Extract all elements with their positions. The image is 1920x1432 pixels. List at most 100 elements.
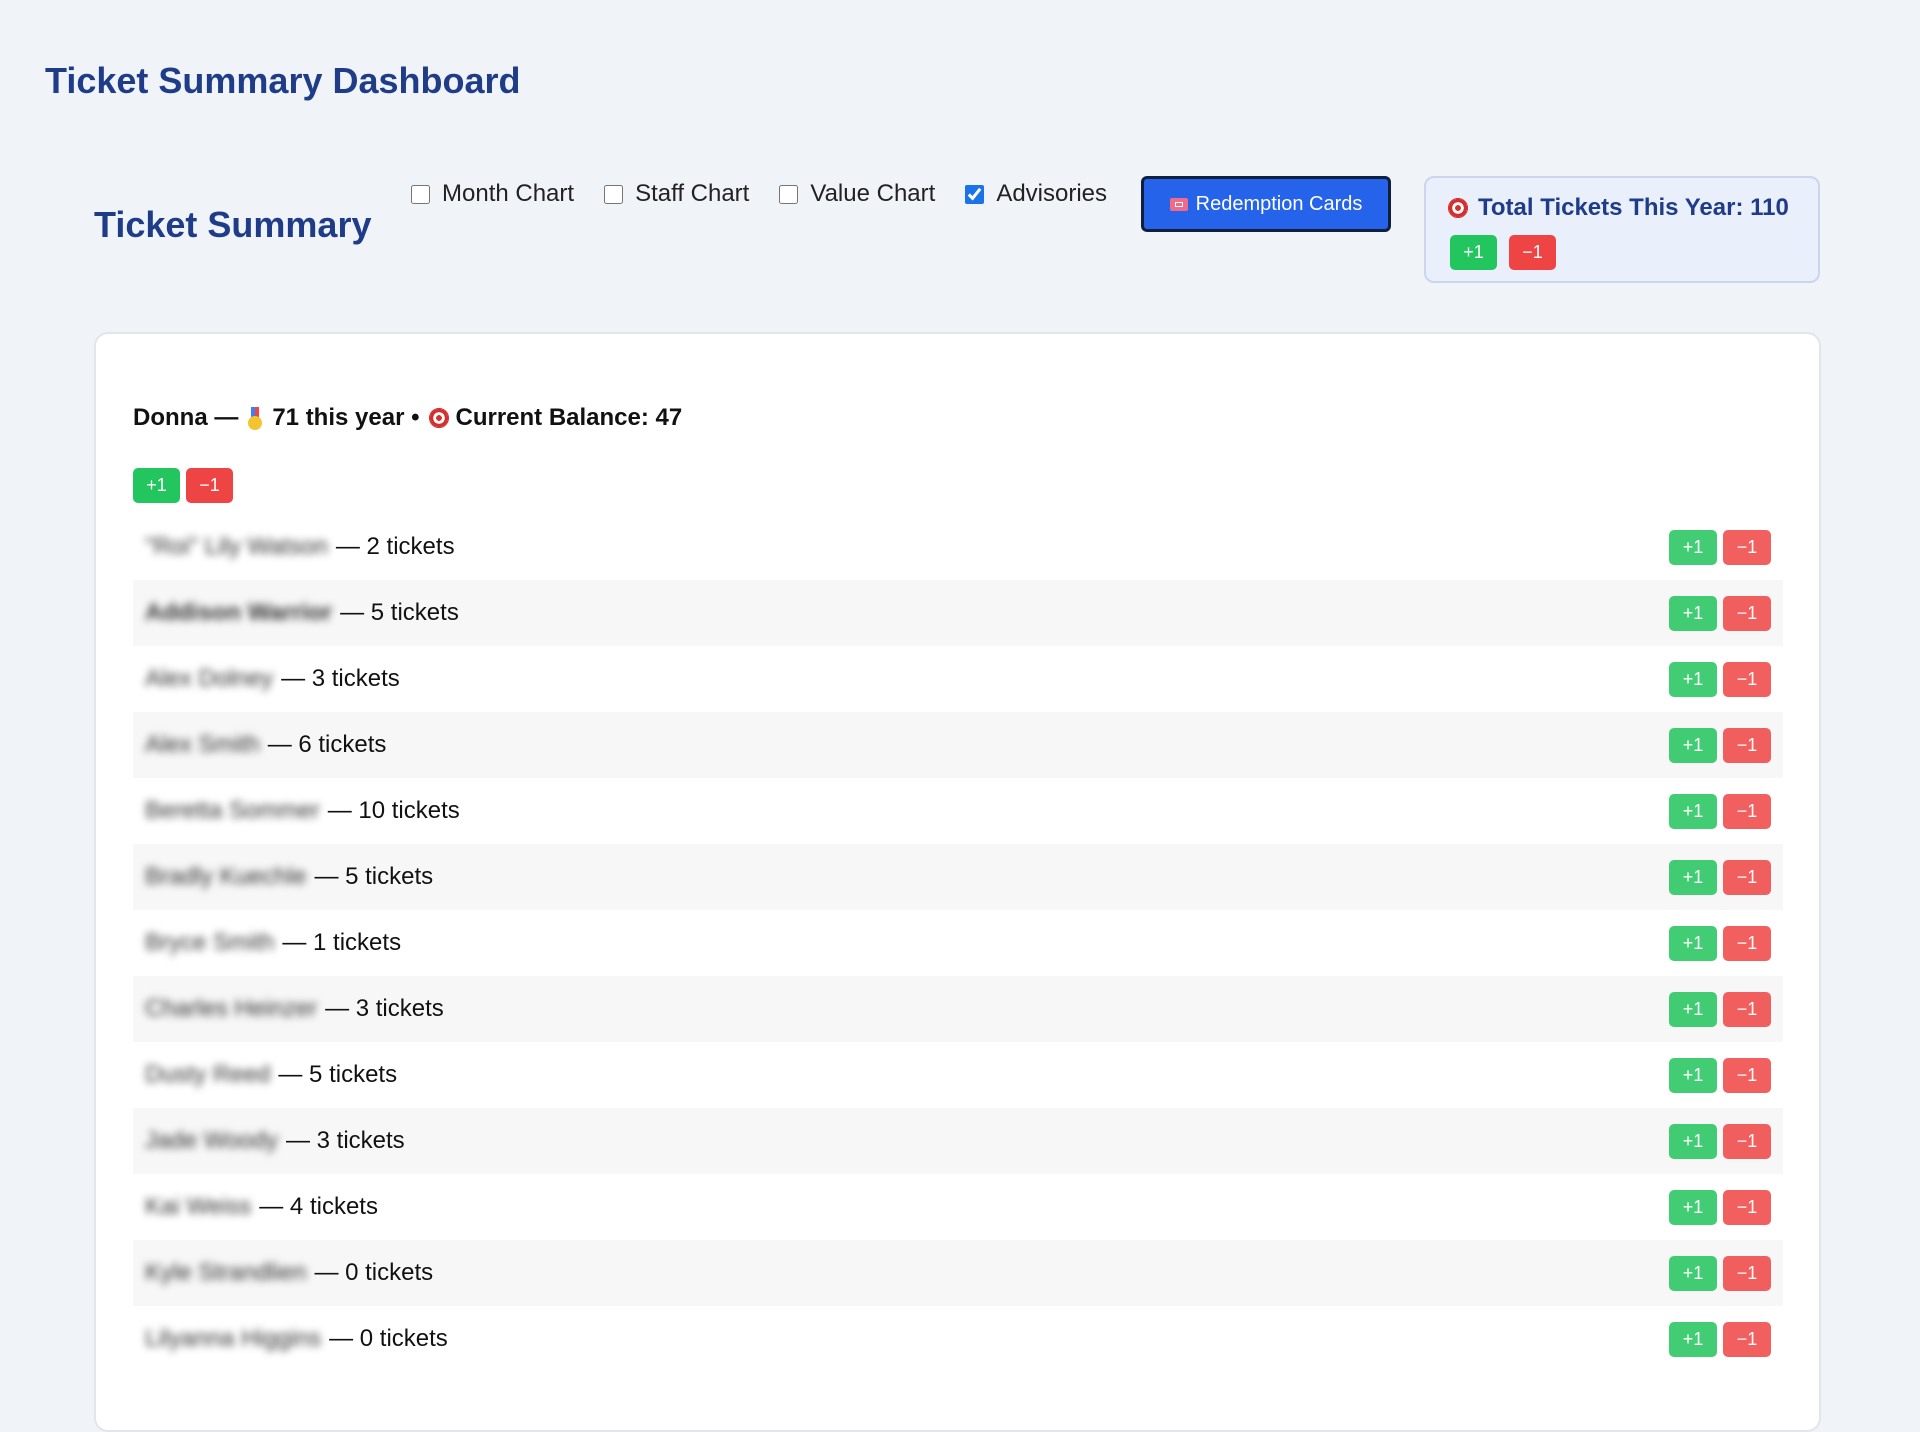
row-controls: +1 −1 [1669,793,1771,829]
list-item: Beretta Sommer — 10 tickets +1 −1 [133,778,1783,844]
staff-name: Donna — [133,404,239,431]
ticket-count: — 2 tickets [335,533,455,560]
row-controls: +1 −1 [1669,661,1771,697]
ticket-count: — 0 tickets [314,1259,434,1286]
ticket-count: — 4 tickets [259,1193,378,1220]
row-minus-button[interactable]: −1 [1723,859,1771,895]
row-minus-button[interactable]: −1 [1723,1189,1771,1225]
row-plus-button[interactable]: +1 [1669,991,1717,1027]
row-minus-button[interactable]: −1 [1723,1255,1771,1291]
row-plus-button[interactable]: +1 [1669,727,1717,763]
staff-summary: Donna — 71 this year • Current Balance: … [133,404,682,432]
summary-header: Ticket Summary Month Chart Staff Chart V… [94,176,1820,286]
list-item: Lilyanna Higgins — 0 tickets +1 −1 [133,1306,1783,1372]
ticket-count: — 5 tickets [314,863,434,890]
ticket-count: — 3 tickets [285,1127,405,1154]
target-icon [429,408,450,428]
section-title: Ticket Summary [94,204,372,245]
staff-card: Donna — 71 this year • Current Balance: … [94,332,1821,1432]
row-minus-button[interactable]: −1 [1723,595,1771,631]
list-item: Alex Dolney — 3 tickets +1 −1 [133,646,1783,712]
ticket-count: — 5 tickets [340,599,459,626]
list-item: Kyle Strandlien — 0 tickets +1 −1 [133,1240,1783,1306]
row-minus-button[interactable]: −1 [1723,1123,1771,1159]
ticket-icon [1169,197,1188,211]
toggle-label: Value Chart [810,180,936,207]
row-minus-button[interactable]: −1 [1723,991,1771,1027]
row-plus-button[interactable]: +1 [1669,925,1717,961]
row-plus-button[interactable]: +1 [1669,1057,1717,1093]
advisories-checkbox[interactable] [965,184,985,204]
total-plus-button[interactable]: +1 [1450,235,1497,270]
list-item: Jade Woody — 3 tickets +1 −1 [133,1108,1783,1174]
staff-minus-button[interactable]: −1 [186,468,233,503]
total-tickets-panel: Total Tickets This Year: 110 +1 −1 [1424,176,1820,283]
row-minus-button[interactable]: −1 [1723,1057,1771,1093]
row-minus-button[interactable]: −1 [1723,661,1771,697]
page-title: Ticket Summary Dashboard [45,60,521,101]
ticket-count: — 6 tickets [267,731,387,758]
toggle-label: Staff Chart [635,180,750,207]
recipient-name: "Roi" Lily Watson [145,533,328,560]
toggle-label: Month Chart [442,180,575,207]
recipient-name: Kyle Strandlien [145,1259,307,1286]
toggle-staff-chart[interactable]: Staff Chart [604,180,749,208]
list-item: Alex Smith — 6 tickets +1 −1 [133,712,1783,778]
row-plus-button[interactable]: +1 [1669,859,1717,895]
row-minus-button[interactable]: −1 [1723,925,1771,961]
row-plus-button[interactable]: +1 [1669,1123,1717,1159]
list-item: "Roi" Lily Watson — 2 tickets +1 −1 [133,514,1783,580]
row-minus-button[interactable]: −1 [1723,529,1771,565]
recipient-name: Jade Woody [145,1127,278,1154]
row-controls: +1 −1 [1669,727,1771,763]
ticket-count: — 10 tickets [327,797,460,824]
list-item: Kai Weiss — 4 tickets +1 −1 [133,1174,1783,1240]
row-controls: +1 −1 [1669,1123,1771,1159]
toggle-label: Advisories [996,180,1108,207]
staff-balance: Current Balance: 47 [455,404,683,431]
recipient-name: Kai Weiss [145,1193,252,1220]
recipient-name: Lilyanna Higgins [145,1325,322,1352]
row-controls: +1 −1 [1669,1189,1771,1225]
recipient-name: Addison Warrior [145,599,333,626]
row-minus-button[interactable]: −1 [1723,727,1771,763]
row-plus-button[interactable]: +1 [1669,595,1717,631]
ticket-count: — 5 tickets [278,1061,398,1088]
redemption-cards-button[interactable]: Redemption Cards [1141,176,1391,232]
row-minus-button[interactable]: −1 [1723,793,1771,829]
staff-controls: +1 −1 [133,468,233,503]
staff-chart-checkbox[interactable] [604,184,624,204]
recipient-name: Bradly Kuechle [145,863,307,890]
row-plus-button[interactable]: +1 [1669,529,1717,565]
toggle-month-chart[interactable]: Month Chart [411,180,574,208]
ticket-count: — 1 tickets [282,929,402,956]
row-plus-button[interactable]: +1 [1669,1255,1717,1291]
recipient-name: Alex Dolney [145,665,274,692]
row-plus-button[interactable]: +1 [1669,793,1717,829]
redemption-cards-label: Redemption Cards [1195,192,1363,215]
recipient-name: Charles Heinzer [145,995,318,1022]
list-item: Addison Warrior — 5 tickets +1 −1 [133,580,1783,646]
row-plus-button[interactable]: +1 [1669,1321,1717,1357]
recipient-name: Beretta Sommer [145,797,320,824]
ticket-list: "Roi" Lily Watson — 2 tickets +1 −1 Addison … [133,514,1783,1372]
row-controls: +1 −1 [1669,991,1771,1027]
list-item: Charles Heinzer — 3 tickets +1 −1 [133,976,1783,1042]
row-minus-button[interactable]: −1 [1723,1321,1771,1357]
month-chart-checkbox[interactable] [411,184,430,204]
staff-plus-button[interactable]: +1 [133,468,180,503]
target-icon [1448,198,1468,218]
recipient-name: Bryce Smith [145,929,275,956]
row-controls: +1 −1 [1669,859,1771,895]
toggle-value-chart[interactable]: Value Chart [779,180,935,208]
row-plus-button[interactable]: +1 [1669,1189,1717,1225]
staff-year-total: 71 this year • [272,404,420,431]
row-controls: +1 −1 [1669,925,1771,961]
toggle-advisories[interactable]: Advisories [965,180,1107,208]
chart-toggles: Month Chart Staff Chart Value Chart Advi… [411,180,1137,208]
total-minus-button[interactable]: −1 [1509,235,1556,270]
medal-icon [248,407,263,430]
recipient-name: Alex Smith [145,731,260,758]
value-chart-checkbox[interactable] [779,184,799,204]
row-plus-button[interactable]: +1 [1669,661,1717,697]
